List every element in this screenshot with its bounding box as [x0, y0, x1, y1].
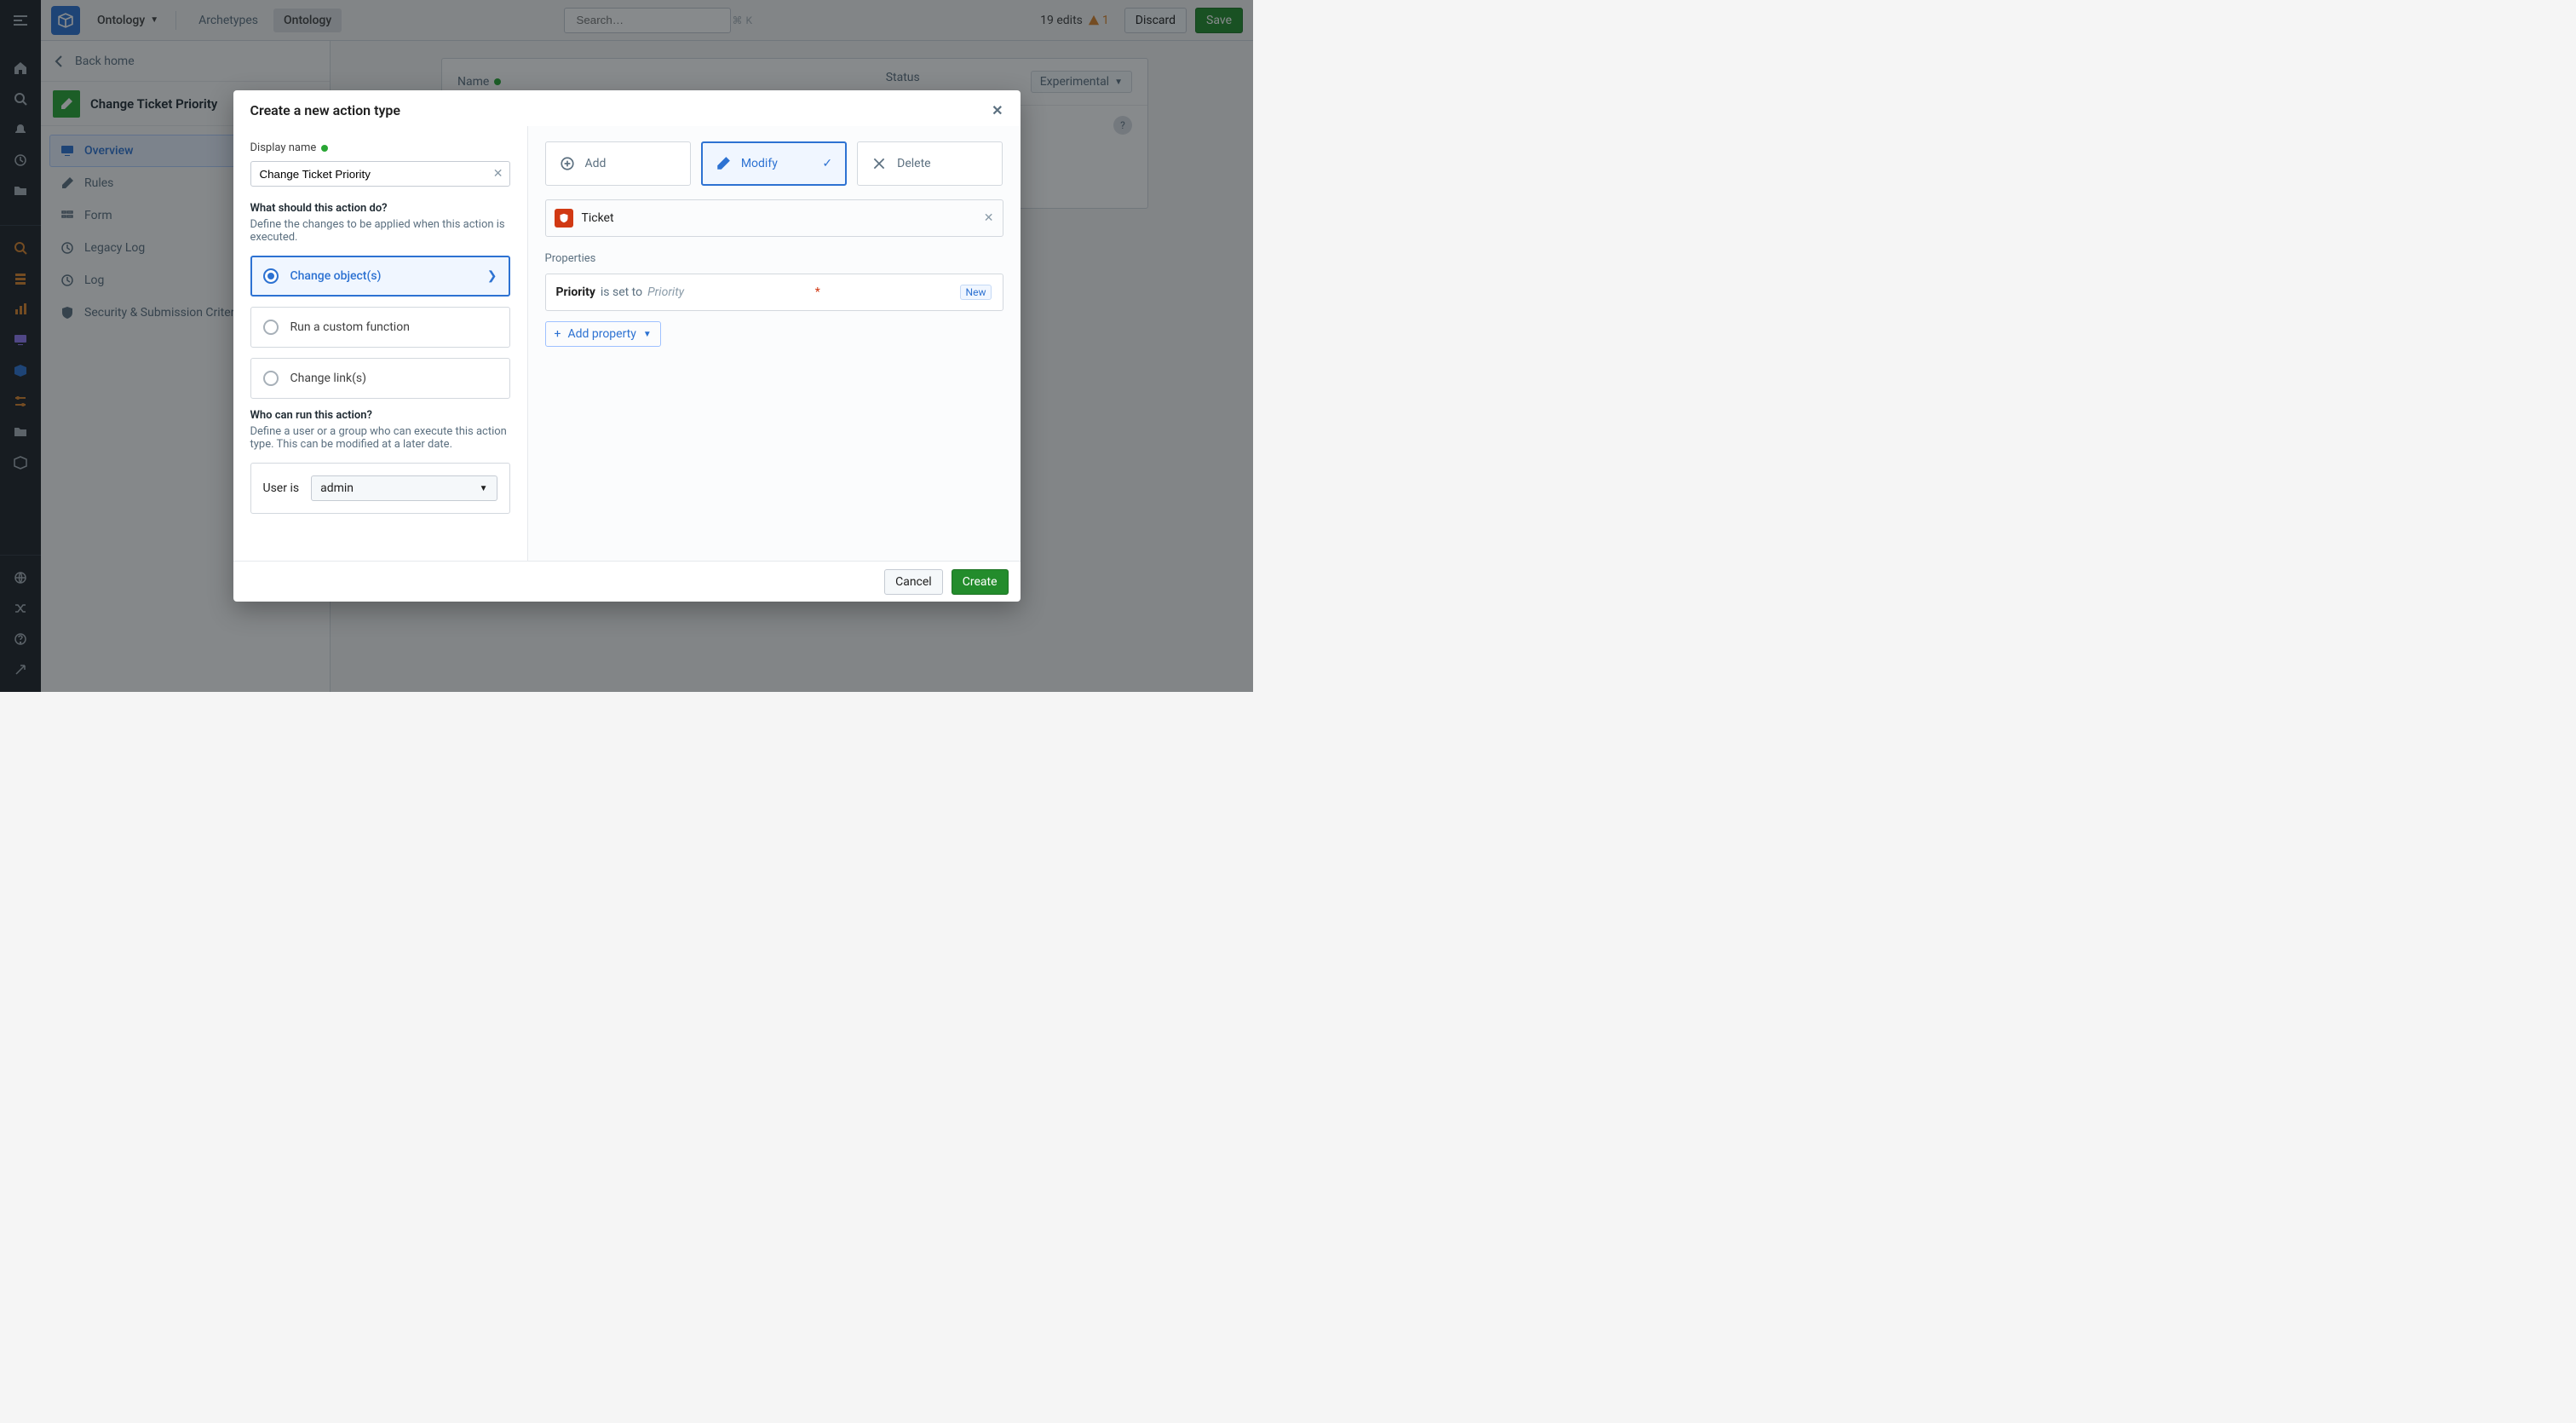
option-run-function-label: Run a custom function — [290, 320, 410, 334]
option-change-links-label: Change link(s) — [290, 372, 366, 385]
modal-title: Create a new action type — [250, 102, 401, 118]
ticket-type-icon — [555, 209, 573, 228]
cancel-button[interactable]: Cancel — [884, 569, 943, 595]
user-select[interactable]: admin ▼ — [311, 475, 497, 501]
close-icon[interactable]: ✕ — [992, 102, 1003, 118]
radio-icon — [263, 268, 279, 284]
create-action-modal: Create a new action type ✕ Display name … — [233, 90, 1021, 602]
check-icon: ✓ — [822, 157, 832, 170]
add-property-button[interactable]: + Add property ▼ — [545, 321, 661, 347]
create-button[interactable]: Create — [952, 569, 1009, 595]
object-type-label: Ticket — [582, 211, 614, 225]
caret-down-icon: ▼ — [643, 330, 652, 339]
add-property-label: Add property — [567, 327, 635, 341]
new-tag: New — [960, 285, 992, 300]
option-change-links[interactable]: Change link(s) — [250, 358, 510, 399]
properties-label: Properties — [545, 252, 1003, 265]
property-row[interactable]: Priority is set to Priority * New — [545, 274, 1003, 311]
user-value: admin — [320, 481, 354, 495]
prop-name: Priority — [556, 285, 595, 299]
what-label: What should this action do? — [250, 202, 510, 215]
modal-footer: Cancel Create — [233, 561, 1021, 602]
user-is-label: User is — [263, 481, 300, 495]
display-name-label: Display name — [250, 141, 510, 154]
cancel-label: Cancel — [895, 575, 932, 589]
plus-circle-icon — [560, 156, 575, 171]
op-modify[interactable]: Modify ✓ — [701, 141, 847, 186]
modal-right-panel: Add Modify ✓ Delete Ticket ✕ Properties — [528, 126, 1021, 561]
radio-icon — [263, 320, 279, 335]
op-add[interactable]: Add — [545, 141, 691, 186]
option-run-function[interactable]: Run a custom function — [250, 307, 510, 348]
object-type-chip: Ticket ✕ — [545, 199, 1003, 237]
operation-row: Add Modify ✓ Delete — [545, 141, 1003, 186]
modal-left-panel: Display name ✕ What should this action d… — [233, 126, 528, 561]
x-icon — [871, 156, 887, 171]
required-asterisk: * — [815, 285, 820, 299]
create-label: Create — [963, 575, 998, 589]
pencil-icon — [716, 156, 731, 171]
remove-type-icon[interactable]: ✕ — [984, 211, 994, 225]
option-change-objects-label: Change object(s) — [290, 269, 382, 283]
radio-icon — [263, 371, 279, 386]
prop-value: Priority — [647, 285, 684, 299]
prop-mid: is set to — [601, 285, 642, 299]
modal-header: Create a new action type ✕ — [233, 90, 1021, 126]
caret-down-icon: ▼ — [480, 484, 488, 493]
who-label: Who can run this action? — [250, 409, 510, 422]
op-modify-label: Modify — [741, 157, 778, 170]
op-delete[interactable]: Delete — [857, 141, 1003, 186]
user-row: User is admin ▼ — [250, 463, 510, 514]
option-change-objects[interactable]: Change object(s) ❯ — [250, 256, 510, 297]
chevron-right-icon: ❯ — [487, 269, 497, 283]
status-dot-icon — [321, 145, 328, 152]
what-sub: Define the changes to be applied when th… — [250, 218, 510, 244]
op-add-label: Add — [585, 157, 607, 170]
clear-icon[interactable]: ✕ — [493, 167, 503, 181]
plus-icon: + — [555, 327, 561, 341]
who-sub: Define a user or a group who can execute… — [250, 425, 510, 451]
display-name-input[interactable] — [250, 161, 510, 187]
op-delete-label: Delete — [897, 157, 930, 170]
